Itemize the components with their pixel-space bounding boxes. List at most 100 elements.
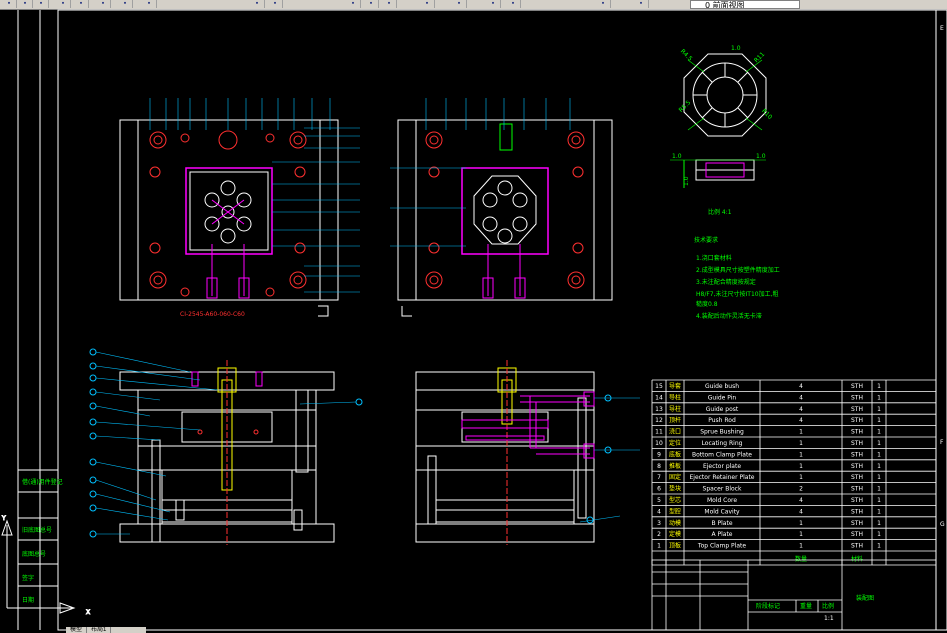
- bom-row-qty: 4: [799, 417, 803, 424]
- bom-row-n: 1: [877, 474, 881, 481]
- bom-row-no: 10: [655, 440, 663, 447]
- markup-icon[interactable]: ▪: [506, 0, 521, 8]
- help-icon[interactable]: ▪: [420, 0, 435, 8]
- bom-row-qty: 4: [799, 508, 803, 515]
- bom-row-qty: 4: [799, 497, 803, 504]
- bom-row-n: 1: [877, 520, 881, 527]
- border-letter-g: G: [940, 521, 945, 528]
- bom-row-name: A Plate: [711, 531, 732, 538]
- bom-row-mat: STH: [851, 486, 863, 493]
- tech-requirements: 技术要求 1.浇口套材料 2.成型模具尺寸按塑件精度加工 3.未注配合精度按规定…: [694, 236, 780, 320]
- save-icon[interactable]: ▪: [34, 0, 49, 8]
- plan-view-moving-half: CI-2545-A60-060-C60: [119, 98, 360, 318]
- bom-row-cn: 定位: [669, 439, 681, 447]
- bom-row-qty: 1: [799, 474, 803, 481]
- bom-row-name: Ejector plate: [703, 463, 741, 470]
- open-icon[interactable]: ▪: [18, 0, 33, 8]
- pan-icon[interactable]: ▪: [250, 0, 265, 8]
- bom-row-no: 11: [655, 429, 663, 436]
- bom-row-name: Bottom Clamp Plate: [692, 451, 752, 458]
- border-letter-f: F: [940, 439, 944, 446]
- bom-row-cn: 型芯: [669, 496, 681, 504]
- stamp-label-3: 签字: [22, 574, 34, 582]
- layer-icon[interactable]: ▪: [596, 0, 611, 8]
- bom-row-no: 9: [657, 451, 661, 458]
- bom-row-qty: 4: [799, 383, 803, 390]
- tech-note-5: 糙度0.8: [696, 300, 718, 308]
- bom-row-name: B Plate: [711, 520, 732, 527]
- bom-row-cn: 导套: [669, 382, 681, 390]
- part-code-label: CI-2545-A60-060-C60: [180, 311, 245, 318]
- section-view-right: [415, 360, 640, 545]
- bom-row-name: Guide post: [706, 406, 739, 413]
- tool-palette-icon[interactable]: ▪: [382, 0, 397, 8]
- layer-state-icon[interactable]: ▪: [634, 0, 649, 8]
- bom-row-cn: 垫块: [669, 485, 681, 493]
- bom-row-mat: STH: [851, 463, 863, 470]
- model-tab[interactable]: 模型: [66, 627, 88, 633]
- stamp-label-2: 底图总号: [22, 550, 46, 558]
- bom-row-no: 14: [655, 394, 663, 401]
- zoom-icon[interactable]: ▪: [268, 0, 283, 8]
- design-center-icon[interactable]: ▪: [364, 0, 379, 8]
- tech-note-3: 3.未注配合精度按规定: [696, 278, 756, 286]
- border-letter-e: E: [940, 25, 944, 32]
- detail-scale-label: 比例 4:1: [708, 208, 732, 216]
- bom-row-cn: 顶杆: [669, 416, 681, 424]
- bom-row-mat: STH: [851, 429, 863, 436]
- bom-row-cn: 定模: [669, 530, 681, 538]
- bom-row-name: Sprue Bushing: [700, 429, 744, 436]
- bom-row-cn: 推板: [669, 462, 681, 470]
- table-icon[interactable]: ▪: [486, 0, 501, 8]
- bom-row-name: Mold Cavity: [704, 508, 740, 515]
- cut-icon[interactable]: ▪: [96, 0, 111, 8]
- drawing-canvas[interactable]: 借(通)用件登记 旧底图总号 底图总号 签字 日期 E F G Y X CI-2…: [0, 9, 947, 633]
- brush-icon[interactable]: ▪: [118, 0, 133, 8]
- new-icon[interactable]: ▪: [2, 0, 17, 8]
- print-icon[interactable]: ▪: [56, 0, 71, 8]
- bom-row-mat: STH: [851, 543, 863, 550]
- weight-label: 重量: [800, 602, 812, 610]
- title-block: [651, 559, 937, 631]
- bom-row-mat: STH: [851, 531, 863, 538]
- bom-row-name: Top Clamp Plate: [697, 543, 746, 550]
- bom-row-n: 1: [877, 486, 881, 493]
- dim-side-top-right: 1.0: [756, 153, 766, 160]
- layout-icon[interactable]: ▪: [452, 0, 467, 8]
- bom-row-mat: STH: [851, 451, 863, 458]
- side-stamp-labels: 借(通)用件登记 旧底图总号 底图总号 签字 日期: [22, 478, 63, 604]
- bom-row-mat: STH: [851, 406, 863, 413]
- bom-row-qty: 4: [799, 406, 803, 413]
- bom-row-no: 8: [657, 463, 661, 470]
- layout1-tab[interactable]: 布局1: [87, 627, 112, 633]
- dim-r45: R4.5: [679, 48, 694, 63]
- bom-row-n: 1: [877, 417, 881, 424]
- bom-row-qty: 1: [799, 463, 803, 470]
- bom-row-name: Guide Pin: [708, 394, 737, 401]
- bom-row-qty: 2: [799, 486, 803, 493]
- bom-row-no: 7: [657, 474, 661, 481]
- bom-row-no: 5: [657, 497, 661, 504]
- detail-view: [670, 53, 767, 188]
- title-block-text: 阶段标记 重量 比例 1:1 装配图: [756, 594, 874, 622]
- bom-row-n: 1: [877, 451, 881, 458]
- bom-row-n: 1: [877, 429, 881, 436]
- bom-row-qty: 1: [799, 429, 803, 436]
- bom-row-qty: 1: [799, 531, 803, 538]
- bom-row-no: 13: [655, 406, 663, 413]
- properties-icon[interactable]: ▪: [346, 0, 361, 8]
- bom-row-qty: 4: [799, 394, 803, 401]
- undo-icon[interactable]: ▪: [142, 0, 157, 8]
- layer-dropdown[interactable]: 0 前面视图: [690, 0, 800, 9]
- tech-title: 技术要求: [694, 236, 718, 244]
- dim-side-top-left: 1.0: [672, 153, 682, 160]
- bom-row-cn: 顶板: [669, 542, 681, 550]
- bom-row-cn: 底板: [669, 450, 681, 458]
- bom-row-cn: 导柱: [669, 405, 681, 413]
- layer-name-text: 0 前面视图: [705, 1, 745, 9]
- bom-row-n: 1: [877, 508, 881, 515]
- preview-icon[interactable]: ▪: [74, 0, 89, 8]
- plan-view-fixed-half: [390, 98, 613, 317]
- bom-table: 15 导套 Guide bush 4 STH 114 导柱 Guide Pin 4 STH 113 导…: [651, 379, 937, 566]
- stamp-label-4: 日期: [22, 596, 34, 604]
